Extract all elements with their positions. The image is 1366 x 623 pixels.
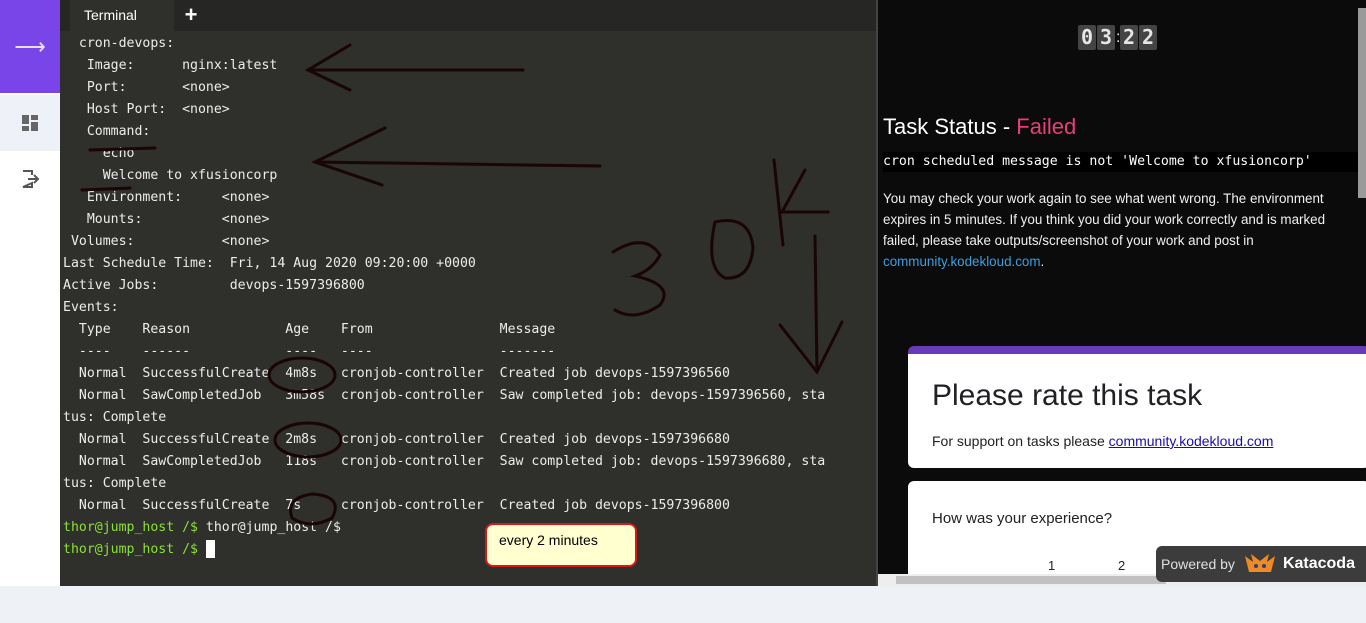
terminal-line: Active Jobs: devops-1597396800	[63, 278, 365, 293]
terminal-line: Normal SuccessfulCreate 7s cronjob-contr…	[63, 498, 730, 513]
katacoda-logo-icon	[1244, 554, 1275, 572]
task-status-title: Task Status - Failed	[883, 114, 1076, 140]
rating-title: Please rate this task	[932, 379, 1203, 412]
terminal-line: Image: nginx:latest	[63, 58, 278, 73]
prompt: thor@jump_host /$	[63, 542, 198, 557]
community-link[interactable]: community.kodekloud.com	[883, 254, 1041, 269]
terminal-panel[interactable]: Terminal + cron-devops: Image: nginx:lat…	[60, 0, 876, 586]
dashboard-icon	[22, 115, 38, 131]
timer-digit: 3	[1097, 25, 1115, 50]
callout-note: every 2 minutes	[485, 523, 637, 567]
timer-digit: 2	[1139, 25, 1157, 50]
description-text: You may check your work again to see wha…	[883, 191, 1326, 248]
terminal-line: Welcome to xfusioncorp	[63, 168, 278, 183]
terminal-tab-bar: Terminal +	[60, 0, 876, 31]
powered-by-badge[interactable]: Powered by Katacoda	[1156, 546, 1366, 582]
terminal-tab[interactable]: Terminal	[70, 0, 174, 31]
terminal-line: tus: Complete	[63, 410, 167, 425]
terminal-line: Normal SawCompletedJob 3m58s cronjob-con…	[63, 388, 826, 403]
terminal-line: Host Port: <none>	[63, 102, 230, 117]
vertical-scrollbar[interactable]	[1358, 8, 1366, 198]
terminal-line: Volumes: <none>	[63, 234, 270, 249]
support-link[interactable]: community.kodekloud.com	[1109, 433, 1274, 449]
terminal-line: Environment: <none>	[63, 190, 270, 205]
logout-button[interactable]	[0, 151, 60, 207]
terminal-line: Command:	[63, 124, 151, 139]
terminal-line: Port: <none>	[63, 80, 230, 95]
terminal-line: Normal SuccessfulCreate 4m8s cronjob-con…	[63, 366, 730, 381]
support-text: For support on tasks please community.ko…	[932, 433, 1273, 449]
timer-digit: 2	[1120, 25, 1138, 50]
failure-message: cron scheduled message is not 'Welcome t…	[883, 152, 1363, 172]
task-description: You may check your work again to see wha…	[883, 188, 1345, 272]
task-status-prefix: Task Status -	[883, 114, 1017, 139]
description-end: .	[1040, 254, 1045, 269]
terminal-line: echo	[63, 146, 135, 161]
rating-header-card: Please rate this task For support on tas…	[908, 346, 1366, 468]
prompt: thor@jump_host /$	[63, 520, 198, 535]
terminal-line: Normal SuccessfulCreate 2m8s cronjob-con…	[63, 432, 730, 447]
add-tab-button[interactable]: +	[179, 3, 203, 27]
terminal-output: cron-devops: Image: nginx:latest Port: <…	[63, 33, 825, 561]
support-label: For support on tasks please	[932, 433, 1109, 449]
left-nav: ⟶	[0, 0, 60, 586]
countdown-timer: 0 3 : 2 2	[1078, 25, 1158, 50]
terminal-line: cron-devops:	[63, 36, 175, 51]
collapse-nav-button[interactable]: ⟶	[0, 0, 60, 93]
terminal-line: Type Reason Age From Message	[63, 322, 556, 337]
task-panel: 0 3 : 2 2 Task Status - Failed cron sche…	[876, 0, 1366, 586]
rating-option-1[interactable]: 1	[1048, 558, 1055, 573]
terminal-line: Normal SawCompletedJob 118s cronjob-cont…	[63, 454, 826, 469]
dashboard-button[interactable]	[0, 95, 60, 151]
experience-question: How was your experience?	[932, 510, 1113, 527]
terminal-cursor	[205, 540, 215, 558]
status-badge: Failed	[1016, 114, 1077, 139]
terminal-line: tus: Complete	[63, 476, 167, 491]
terminal-line: Last Schedule Time: Fri, 14 Aug 2020 09:…	[63, 256, 476, 271]
scrollbar-thumb[interactable]	[896, 576, 1166, 584]
terminal-line: ---- ------ ---- ---- -------	[63, 344, 556, 359]
terminal-line: Mounts: <none>	[63, 212, 270, 227]
logout-icon	[22, 170, 40, 188]
prompt-line: thor@jump_host /$	[63, 539, 825, 561]
brand-name: Katacoda	[1282, 555, 1355, 572]
powered-by-label: Powered by	[1161, 556, 1235, 572]
timer-digit: 0	[1078, 25, 1096, 50]
terminal-line: Events:	[63, 300, 119, 315]
prompt-text: thor@jump_host /$	[197, 520, 341, 535]
arrow-right-icon: ⟶	[14, 33, 46, 59]
prompt-text	[198, 542, 206, 557]
rating-option-2[interactable]: 2	[1118, 558, 1125, 573]
prompt-line: thor@jump_host /$ thor@jump_host /$	[63, 517, 825, 539]
